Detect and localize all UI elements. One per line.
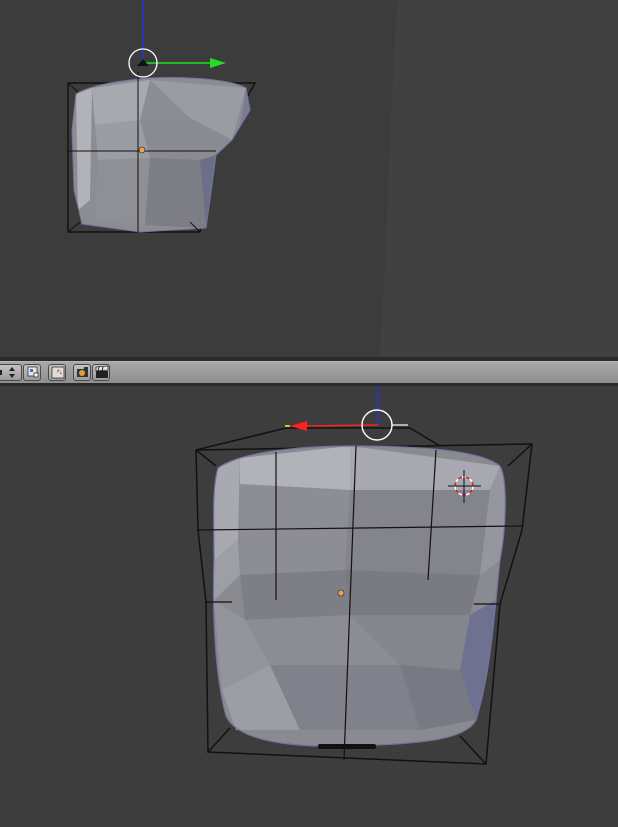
layer-stepper[interactable]: [0, 364, 22, 381]
bottom-viewport[interactable]: [0, 386, 618, 827]
top-viewport[interactable]: [0, 0, 618, 357]
stepper-icon: [0, 367, 15, 378]
bottom-mesh[interactable]: [212, 445, 506, 749]
top-object-origin[interactable]: [138, 146, 146, 154]
lock-camera-button[interactable]: [48, 364, 66, 381]
bottom-x-axis[interactable]: [304, 424, 379, 427]
bottom-mesh-shadow: [318, 744, 376, 749]
arrow-icon: [51, 366, 65, 379]
layer-grid-button[interactable]: [23, 364, 41, 381]
top-viewport-canvas[interactable]: [0, 0, 618, 357]
viewport-header: [0, 361, 618, 385]
top-viewport-panel-right: [380, 0, 618, 357]
bottom-object-origin[interactable]: [337, 589, 345, 597]
render-anim-button[interactable]: [92, 364, 110, 381]
camera-icon: [77, 367, 88, 377]
render-camera-button[interactable]: [73, 364, 91, 381]
layers-icon: [27, 366, 39, 378]
bottom-viewport-canvas[interactable]: [0, 386, 618, 827]
clapper-icon: [95, 365, 109, 378]
